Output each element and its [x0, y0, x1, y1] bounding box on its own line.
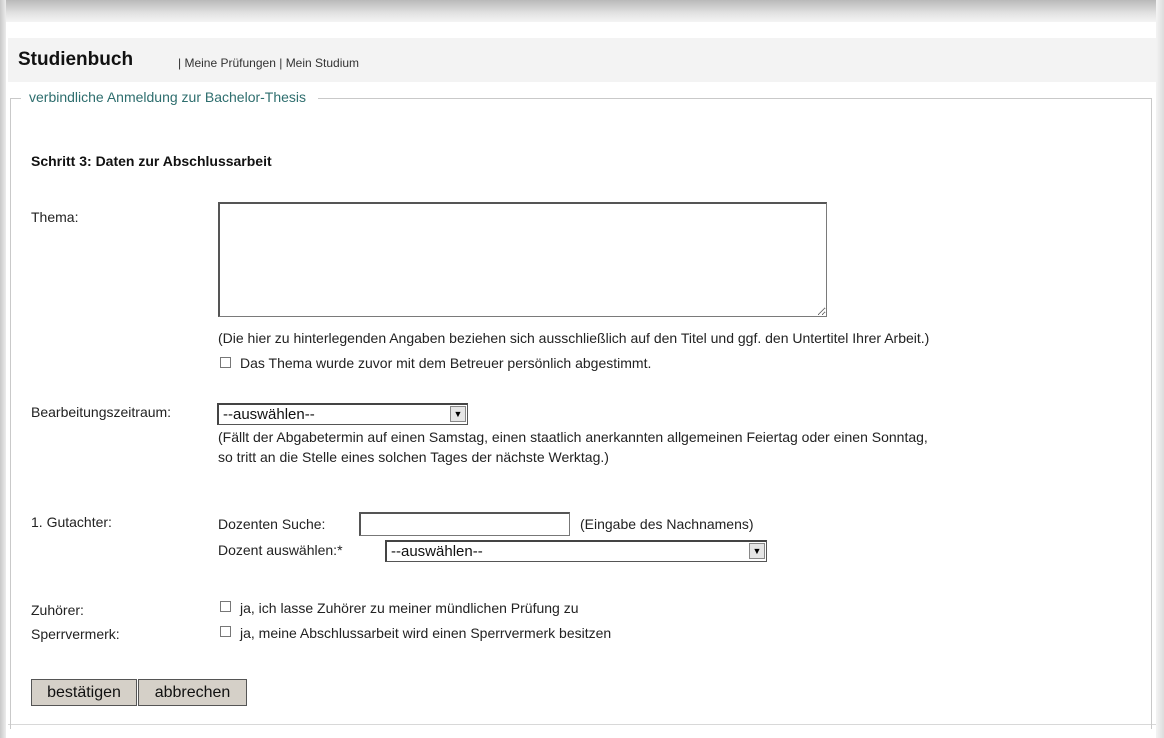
zuhoerer-checkbox[interactable] [220, 601, 231, 612]
dozent-select-value: --auswählen-- [391, 543, 483, 560]
window-right-shadow [1156, 0, 1164, 738]
window-top-shadow [0, 0, 1164, 22]
zeitraum-label: Bearbeitungszeitraum: [31, 404, 172, 420]
zuhoerer-checkbox-label: ja, ich lasse Zuhörer zu meiner mündlich… [240, 600, 579, 616]
step-title: Schritt 3: Daten zur Abschlussarbeit [31, 153, 272, 169]
fieldset-legend: verbindliche Anmeldung zur Bachelor-Thes… [21, 89, 319, 105]
zuhoerer-label: Zuhörer: [31, 602, 84, 618]
thema-abgestimmt-checkbox[interactable] [220, 357, 231, 368]
zeitraum-note-line2: so tritt an die Stelle eines solchen Tag… [218, 449, 609, 465]
page-content: Studienbuch | Meine Prüfungen | Mein Stu… [8, 38, 1156, 729]
sperrvermerk-checkbox-label: ja, meine Abschlussarbeit wird einen Spe… [240, 625, 612, 641]
header-bar: Studienbuch | Meine Prüfungen | Mein Stu… [8, 38, 1156, 82]
chevron-down-icon: ▼ [749, 543, 765, 559]
chevron-down-icon: ▼ [450, 406, 466, 422]
cancel-button[interactable]: abbrechen [138, 679, 247, 706]
nav-link-meine-pruefungen[interactable]: Meine Prüfungen [184, 56, 275, 70]
page-title: Studienbuch [18, 49, 134, 70]
sperrvermerk-checkbox[interactable] [220, 626, 231, 637]
confirm-button[interactable]: bestätigen [31, 679, 137, 706]
nav-separator: | [279, 56, 283, 70]
dozent-auswaehlen-label: Dozent auswählen:* [218, 542, 343, 558]
thema-note: (Die hier zu hinterlegenden Angaben bezi… [218, 330, 930, 346]
dozenten-suche-hint: (Eingabe des Nachnamens) [580, 516, 754, 532]
dozenten-suche-label: Dozenten Suche: [218, 516, 326, 532]
thema-textarea[interactable] [218, 202, 827, 317]
zeitraum-select-value: --auswählen-- [223, 406, 315, 423]
dozenten-suche-input[interactable] [359, 512, 570, 536]
window-left-shadow [0, 0, 6, 738]
zeitraum-select[interactable]: --auswählen-- ▼ [217, 403, 468, 425]
nav-link-mein-studium[interactable]: Mein Studium [286, 56, 359, 70]
nav-separator: | [178, 56, 182, 70]
top-nav: | Meine Prüfungen | Mein Studium [178, 56, 359, 70]
thema-label: Thema: [31, 209, 79, 225]
zeitraum-note-line1: (Fällt der Abgabetermin auf einen Samsta… [218, 429, 928, 445]
thema-abgestimmt-label: Das Thema wurde zuvor mit dem Betreuer p… [240, 355, 652, 371]
dozent-select[interactable]: --auswählen-- ▼ [385, 540, 767, 562]
gutachter-label: 1. Gutachter: [31, 514, 112, 530]
sperrvermerk-label: Sperrvermerk: [31, 626, 120, 642]
